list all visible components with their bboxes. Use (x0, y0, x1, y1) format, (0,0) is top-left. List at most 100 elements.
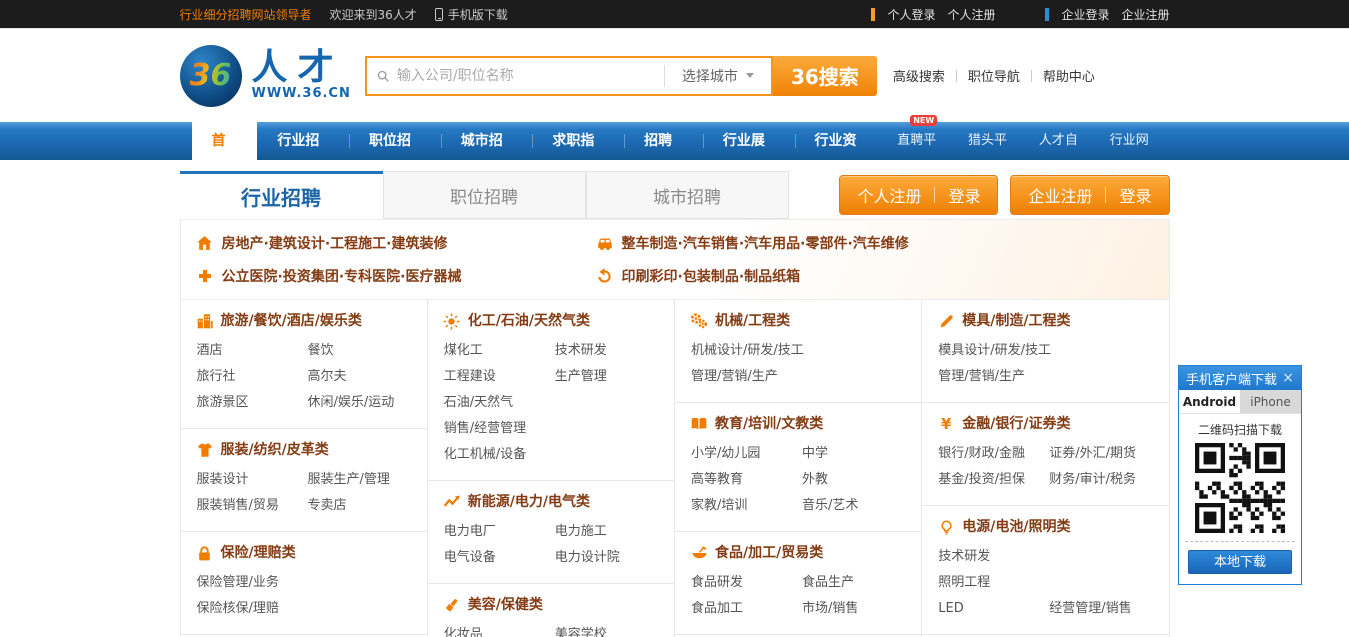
login-label[interactable]: 登录 (1119, 183, 1151, 207)
category-link[interactable]: 外教 (802, 467, 828, 493)
category-link[interactable]: 化妆品 (444, 622, 555, 637)
content-tab-active[interactable]: 行业招聘 (180, 171, 383, 219)
search-button[interactable]: 36搜索 (773, 56, 877, 96)
nav-right-item[interactable]: 行业网址 (1099, 122, 1170, 160)
category-link[interactable]: 保险核保/理赔 (197, 596, 279, 622)
content-tab[interactable]: 城市招聘 (586, 171, 789, 219)
category-title[interactable]: ¥金融/银行/证券类 (932, 414, 1160, 434)
featured-text[interactable]: 房地产·建筑设计·工程施工·建筑装修 (222, 233, 448, 253)
category-link[interactable]: 专卖店 (308, 493, 347, 519)
site-slogan[interactable]: 行业细分招聘网站领导者 (180, 6, 312, 23)
category-link[interactable]: 管理/营销/生产 (938, 364, 1025, 390)
category-link[interactable]: 工程建设 (444, 364, 555, 390)
category-title[interactable]: 美容/保健类 (438, 595, 666, 615)
local-download-button[interactable]: 本地下载 (1188, 550, 1292, 574)
category-link[interactable]: 食品研发 (691, 570, 802, 596)
category-link[interactable]: 证券/外汇/期货 (1049, 441, 1136, 467)
category-link[interactable]: 石油/天然气 (444, 390, 513, 416)
category-title[interactable]: 保险/理赔类 (191, 543, 419, 563)
category-link[interactable]: 煤化工 (444, 338, 555, 364)
auth-button[interactable]: 个人注册 登录 (839, 175, 998, 215)
company-register-link[interactable]: 企业注册 (1121, 6, 1169, 23)
close-icon[interactable]: × (1282, 371, 1294, 385)
category-link[interactable]: 酒店 (197, 338, 308, 364)
featured-item[interactable]: 房地产·建筑设计·工程施工·建筑装修 (181, 233, 581, 253)
category-link[interactable]: 家教/培训 (691, 493, 802, 519)
nav-item[interactable]: 职位招聘 (349, 122, 441, 160)
content-tab[interactable]: 职位招聘 (383, 171, 586, 219)
category-link[interactable]: 市场/销售 (802, 596, 858, 622)
category-link[interactable]: 生产管理 (555, 364, 607, 390)
nav-item[interactable]: 求职指导 (532, 122, 624, 160)
nav-item[interactable]: 城市招聘 (441, 122, 533, 160)
nav-item[interactable]: 招聘会 (624, 122, 703, 160)
category-title[interactable]: 旅游/餐饮/酒店/娱乐类 (191, 311, 419, 331)
nav-item-active[interactable]: 首页 (192, 122, 258, 160)
nav-right-item[interactable]: 直聘平台NEW (886, 122, 957, 160)
featured-item[interactable]: 整车制造·汽车销售·汽车用品·零部件·汽车维修 (581, 233, 1169, 253)
auth-button[interactable]: 企业注册 登录 (1010, 175, 1169, 215)
category-link[interactable]: 电力施工 (555, 519, 607, 545)
nav-right-item[interactable]: 猎头平台 (957, 122, 1028, 160)
category-link[interactable]: 技术研发 (555, 338, 607, 364)
category-link[interactable]: 旅行社 (197, 364, 308, 390)
nav-item[interactable]: 行业展会 (703, 122, 795, 160)
company-login-link[interactable]: 企业登录 (1061, 6, 1109, 23)
category-link[interactable]: 旅游景区 (197, 390, 308, 416)
login-label[interactable]: 登录 (948, 183, 980, 207)
personal-login-link[interactable]: 个人登录 (887, 6, 935, 23)
category-title[interactable]: 模具/制造/工程类 (932, 311, 1160, 331)
category-title[interactable]: 教育/培训/文教类 (685, 414, 913, 434)
category-link[interactable]: 技术研发 (938, 544, 990, 570)
category-link[interactable]: 管理/营销/生产 (691, 364, 778, 390)
register-label[interactable]: 个人注册 (857, 183, 921, 207)
category-link[interactable]: 高尔夫 (308, 364, 347, 390)
category-link[interactable]: 化工机械/设备 (444, 442, 526, 468)
category-link[interactable]: 机械设计/研发/技工 (691, 338, 804, 364)
category-link[interactable]: 餐饮 (308, 338, 334, 364)
category-title[interactable]: 化工/石油/天然气类 (438, 311, 666, 331)
category-link[interactable]: 服装生产/管理 (308, 467, 390, 493)
category-link[interactable]: 美容学校 (555, 622, 607, 637)
category-link[interactable]: 电力电厂 (444, 519, 555, 545)
category-title[interactable]: 新能源/电力/电气类 (438, 492, 666, 512)
category-link[interactable]: 销售/经营管理 (444, 416, 526, 442)
category-link[interactable]: 照明工程 (938, 570, 990, 596)
category-link[interactable]: 高等教育 (691, 467, 802, 493)
category-link[interactable]: 电力设计院 (555, 545, 620, 571)
category-link[interactable]: 休闲/娱乐/运动 (308, 390, 395, 416)
category-title[interactable]: 机械/工程类 (685, 311, 913, 331)
category-link[interactable]: 财务/审计/税务 (1049, 467, 1136, 493)
search-input[interactable] (367, 68, 664, 84)
featured-item[interactable]: 印刷彩印·包装制品·制品纸箱 (581, 266, 1169, 286)
category-title[interactable]: 食品/加工/贸易类 (685, 543, 913, 563)
category-link[interactable]: 小学/幼儿园 (691, 441, 802, 467)
personal-register-link[interactable]: 个人注册 (947, 6, 995, 23)
mobile-tab-android[interactable]: Android (1179, 390, 1240, 413)
category-link[interactable]: 中学 (802, 441, 828, 467)
mobile-download-link[interactable]: 手机版下载 (435, 6, 508, 23)
category-link[interactable]: 保险管理/业务 (197, 570, 279, 596)
category-link[interactable]: 模具设计/研发/技工 (938, 338, 1051, 364)
category-link[interactable]: 银行/财政/金融 (938, 441, 1049, 467)
category-title[interactable]: 服装/纺织/皮革类 (191, 440, 419, 460)
nav-item[interactable]: 行业招聘 (257, 122, 349, 160)
category-link[interactable]: 经营管理/销售 (1049, 596, 1131, 622)
mobile-tab-iphone[interactable]: iPhone (1240, 390, 1301, 413)
header-link[interactable]: 职位导航 (968, 66, 1020, 85)
category-link[interactable]: 服装设计 (197, 467, 308, 493)
category-link[interactable]: LED (938, 596, 1049, 622)
category-title[interactable]: 电源/电池/照明类 (932, 517, 1160, 537)
nav-item[interactable]: 行业资讯 (795, 122, 887, 160)
register-label[interactable]: 企业注册 (1028, 183, 1092, 207)
featured-text[interactable]: 印刷彩印·包装制品·制品纸箱 (622, 266, 801, 286)
nav-right-item[interactable]: 人才自荐 (1028, 122, 1099, 160)
site-logo[interactable]: 36 人才 WWW.36.CN (180, 45, 351, 107)
featured-item[interactable]: 公立医院·投资集团·专科医院·医疗器械 (181, 266, 581, 286)
header-link[interactable]: 帮助中心 (1043, 66, 1095, 85)
city-select[interactable]: 选择城市 (665, 66, 771, 86)
category-link[interactable]: 音乐/艺术 (802, 493, 858, 519)
featured-text[interactable]: 整车制造·汽车销售·汽车用品·零部件·汽车维修 (622, 233, 909, 253)
category-link[interactable]: 食品生产 (802, 570, 854, 596)
category-link[interactable]: 服装销售/贸易 (197, 493, 308, 519)
